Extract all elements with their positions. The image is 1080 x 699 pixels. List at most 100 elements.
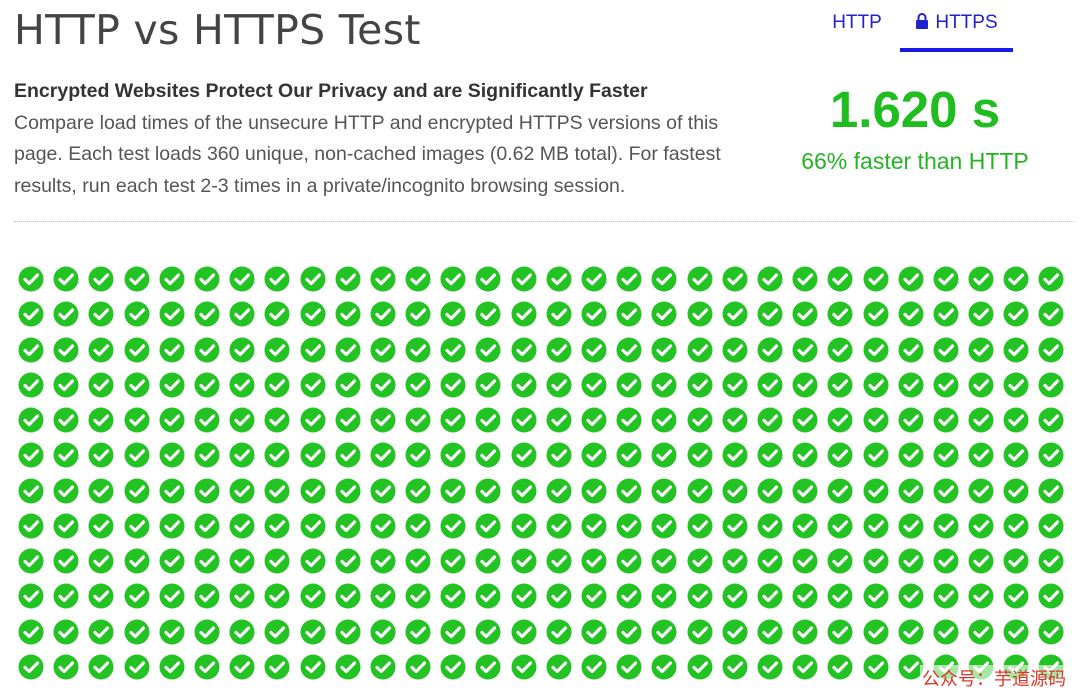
image-tile bbox=[440, 513, 475, 548]
check-circle-icon bbox=[687, 583, 713, 609]
check-circle-icon bbox=[124, 337, 150, 362]
image-tile bbox=[792, 619, 827, 654]
image-tile bbox=[405, 654, 440, 689]
image-tile bbox=[827, 442, 862, 477]
check-circle-icon bbox=[440, 407, 466, 433]
check-circle-icon bbox=[229, 407, 255, 433]
image-tile bbox=[475, 583, 510, 618]
image-tile bbox=[687, 301, 722, 336]
image-tile bbox=[335, 478, 370, 513]
image-tile bbox=[1038, 548, 1073, 583]
check-circle-icon bbox=[898, 478, 924, 503]
image-tile bbox=[124, 266, 159, 301]
check-circle-icon bbox=[370, 619, 396, 644]
check-circle-icon bbox=[1003, 478, 1029, 503]
image-tile bbox=[405, 513, 440, 548]
check-circle-icon bbox=[687, 513, 713, 539]
image-tile bbox=[968, 372, 1003, 407]
image-tile bbox=[757, 548, 792, 583]
check-circle-icon bbox=[264, 583, 290, 609]
image-tile bbox=[968, 513, 1003, 548]
image-tile bbox=[827, 372, 862, 407]
image-tile bbox=[898, 407, 933, 442]
image-tile bbox=[651, 337, 686, 372]
check-circle-icon bbox=[53, 407, 79, 433]
check-circle-icon bbox=[511, 548, 537, 574]
image-tile bbox=[898, 478, 933, 513]
check-circle-icon bbox=[18, 442, 44, 468]
check-circle-icon bbox=[159, 407, 185, 433]
check-circle-icon bbox=[827, 337, 853, 362]
check-circle-icon bbox=[511, 266, 537, 292]
check-circle-icon bbox=[405, 478, 431, 503]
image-tile bbox=[968, 478, 1003, 513]
image-tile bbox=[863, 301, 898, 336]
image-tile bbox=[440, 478, 475, 513]
check-circle-icon bbox=[18, 372, 44, 398]
check-circle-icon bbox=[827, 513, 853, 539]
check-circle-icon bbox=[370, 548, 396, 574]
check-circle-icon bbox=[863, 372, 888, 398]
image-tile bbox=[264, 548, 299, 583]
check-circle-icon bbox=[898, 619, 924, 644]
check-circle-icon bbox=[1003, 337, 1029, 362]
check-circle-icon bbox=[546, 619, 572, 644]
image-tile bbox=[687, 372, 722, 407]
image-tile bbox=[687, 619, 722, 654]
check-circle-icon bbox=[440, 513, 466, 539]
check-circle-icon bbox=[581, 583, 607, 609]
image-tile bbox=[264, 513, 299, 548]
image-tile bbox=[511, 513, 546, 548]
check-circle-icon bbox=[722, 583, 748, 609]
image-tile bbox=[863, 619, 898, 654]
check-circle-icon bbox=[687, 372, 713, 398]
image-tile bbox=[229, 266, 264, 301]
image-tile bbox=[898, 442, 933, 477]
check-circle-icon bbox=[88, 372, 114, 398]
image-tile bbox=[827, 266, 862, 301]
check-circle-icon bbox=[405, 513, 431, 539]
image-tile bbox=[651, 266, 686, 301]
check-circle-icon bbox=[546, 548, 572, 574]
check-circle-icon bbox=[933, 513, 959, 539]
image-tile bbox=[933, 548, 968, 583]
check-circle-icon bbox=[194, 372, 220, 398]
image-tile bbox=[124, 372, 159, 407]
check-circle-icon bbox=[1003, 266, 1029, 292]
check-circle-icon bbox=[53, 583, 79, 609]
tab-http[interactable]: HTTP bbox=[822, 12, 892, 52]
check-circle-icon bbox=[898, 513, 924, 539]
check-circle-icon bbox=[898, 337, 924, 362]
image-tile bbox=[300, 513, 335, 548]
check-circle-icon bbox=[1003, 548, 1029, 574]
check-circle-icon bbox=[1003, 583, 1029, 609]
image-tile bbox=[370, 478, 405, 513]
image-tile bbox=[581, 583, 616, 618]
check-circle-icon bbox=[405, 583, 431, 609]
check-circle-icon bbox=[687, 266, 713, 292]
image-tile bbox=[475, 654, 510, 689]
check-circle-icon bbox=[511, 513, 537, 539]
check-circle-icon bbox=[581, 478, 607, 503]
image-tile bbox=[88, 266, 123, 301]
check-circle-icon bbox=[651, 301, 677, 327]
image-tile bbox=[18, 478, 53, 513]
image-tile bbox=[370, 654, 405, 689]
image-tile bbox=[687, 337, 722, 372]
image-tile bbox=[933, 372, 968, 407]
check-circle-icon bbox=[229, 654, 255, 680]
check-circle-icon bbox=[581, 654, 607, 680]
image-tile bbox=[792, 407, 827, 442]
check-circle-icon bbox=[440, 337, 466, 362]
tab-https[interactable]: HTTPS bbox=[900, 12, 1013, 52]
image-tile bbox=[405, 478, 440, 513]
check-circle-icon bbox=[124, 548, 150, 574]
image-tile bbox=[300, 654, 335, 689]
image-tile bbox=[1003, 478, 1038, 513]
image-tile bbox=[53, 442, 88, 477]
image-tile bbox=[53, 301, 88, 336]
check-circle-icon bbox=[898, 583, 924, 609]
image-tile bbox=[687, 407, 722, 442]
check-circle-icon bbox=[159, 654, 185, 680]
image-tile bbox=[968, 548, 1003, 583]
